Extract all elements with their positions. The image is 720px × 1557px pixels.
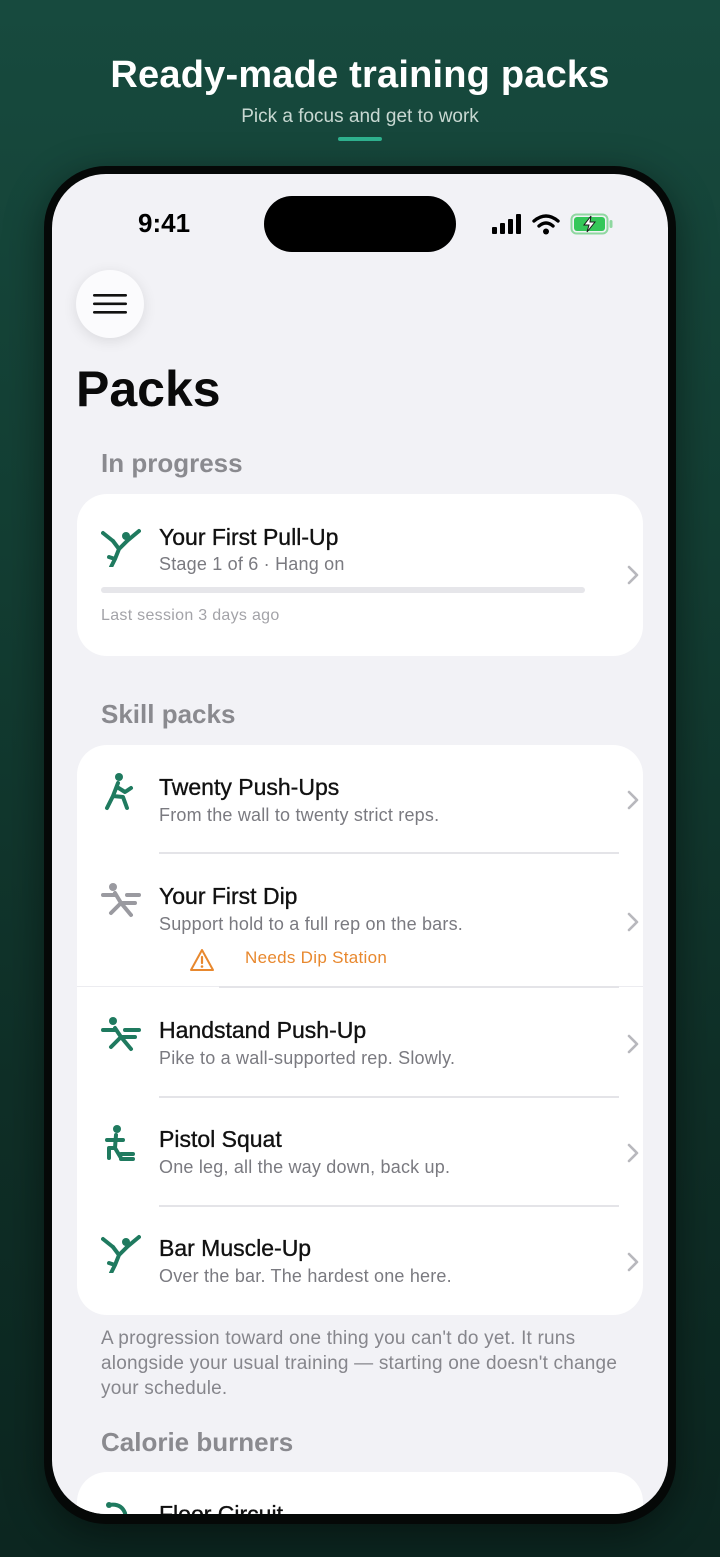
pack-subtitle: Stage 1 of 6 · Hang on	[159, 554, 345, 574]
warning-text: Needs Dip Station	[245, 948, 388, 967]
pack-title: Bar Muscle-Up	[159, 1235, 312, 1261]
battery-charging-icon	[570, 213, 613, 235]
skill-packs-footnote: A progression toward one thing you can't…	[101, 1328, 618, 1399]
skill-packs-card: Twenty Push-Ups From the wall to twenty …	[77, 745, 643, 1315]
dip-icon	[101, 883, 141, 917]
hamburger-menu-icon	[93, 294, 127, 314]
pack-subtitle: Support hold to a full rep on the bars.	[159, 914, 463, 934]
chevron-right-icon	[627, 565, 639, 585]
dynamic-island	[264, 196, 456, 252]
chevron-right-icon	[627, 1143, 639, 1163]
status-icons	[492, 212, 614, 236]
circuit-icon	[106, 1502, 128, 1514]
last-session-text: Last session 3 days ago	[101, 607, 280, 624]
warning-triangle-icon	[190, 949, 214, 971]
list-item-twenty-push-ups[interactable]: Twenty Push-Ups From the wall to twenty …	[77, 745, 643, 853]
list-item-floor-circuit[interactable]: Floor Circuit	[77, 1472, 643, 1514]
in-progress-card[interactable]: Your First Pull-Up Stage 1 of 6 · Hang o…	[77, 494, 643, 656]
pack-title: Your First Pull-Up	[159, 524, 339, 550]
pack-subtitle: Pike to a wall-supported rep. Slowly.	[159, 1048, 456, 1068]
chevron-right-icon	[627, 912, 639, 932]
chevron-right-icon	[627, 1252, 639, 1272]
section-header-in-progress: In progress	[101, 448, 243, 478]
pull-up-icon	[101, 529, 141, 567]
status-time: 9:41	[138, 208, 191, 238]
pack-subtitle: Over the bar. The hardest one here.	[159, 1266, 452, 1286]
list-item-handstand-push-up[interactable]: Handstand Push-Up Pike to a wall-support…	[77, 988, 643, 1096]
wifi-icon	[532, 214, 560, 235]
promo-underline	[338, 137, 382, 141]
menu-button[interactable]	[76, 270, 144, 338]
pack-title: Handstand Push-Up	[159, 1017, 367, 1043]
pack-subtitle: One leg, all the way down, back up.	[159, 1157, 451, 1177]
pack-subtitle: From the wall to twenty strict reps.	[159, 805, 440, 825]
progress-bar	[101, 587, 585, 593]
pack-title: Your First Dip	[159, 883, 298, 909]
pack-title: Twenty Push-Ups	[159, 774, 340, 800]
pack-title: Floor Circuit	[159, 1501, 283, 1514]
promo-title: Ready-made training packs	[110, 54, 610, 96]
squat-icon	[105, 1125, 135, 1161]
list-item-your-first-dip[interactable]: Your First Dip Support hold to a full re…	[77, 854, 643, 986]
list-item-pistol-squat[interactable]: Pistol Squat One leg, all the way down, …	[77, 1097, 643, 1205]
chevron-right-icon	[627, 1034, 639, 1054]
section-header-calorie-burners: Calorie burners	[101, 1427, 294, 1457]
chevron-right-icon	[627, 790, 639, 810]
calorie-burners-card: Floor Circuit	[77, 1472, 643, 1514]
phone-screen: 9:41 Packs In progress Your First Pull-U…	[52, 174, 668, 1514]
list-item-bar-muscle-up[interactable]: Bar Muscle-Up Over the bar. The hardest …	[77, 1206, 643, 1315]
page-title: Packs	[76, 361, 221, 417]
section-header-skill-packs: Skill packs	[101, 699, 236, 729]
cellular-signal-icon	[492, 214, 521, 234]
push-up-icon	[105, 773, 133, 810]
pack-title: Pistol Squat	[159, 1126, 282, 1152]
warning-badge	[189, 947, 215, 973]
handstand-icon	[101, 1017, 141, 1051]
muscle-up-icon	[101, 1235, 141, 1273]
promo-subtitle: Pick a focus and get to work	[241, 106, 479, 127]
